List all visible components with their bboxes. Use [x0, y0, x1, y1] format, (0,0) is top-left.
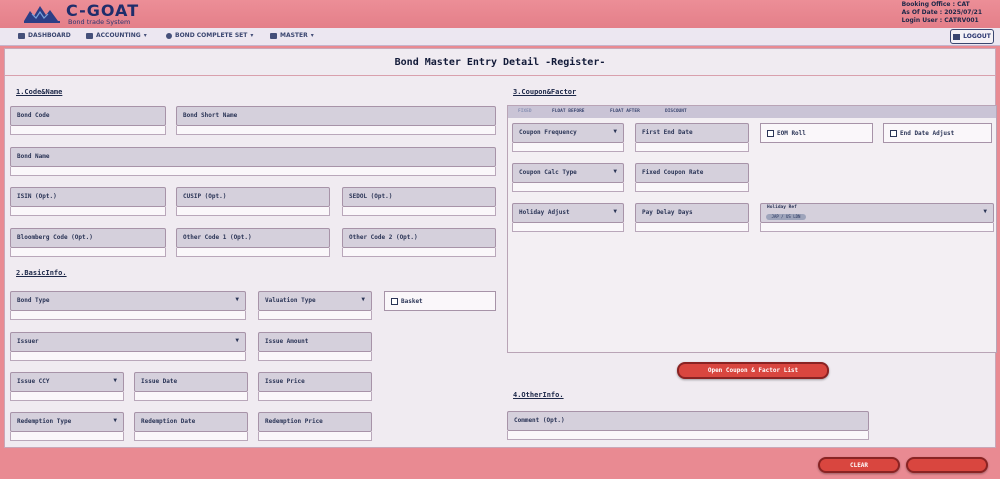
nav-dashboard[interactable]: DASHBOARD: [18, 32, 71, 39]
logout-label: LOGOUT: [963, 33, 991, 40]
dropdown-arrow-icon: ▼: [983, 208, 987, 215]
basket-label: Basket: [401, 298, 423, 305]
section-coupon-factor: 3.Coupon&Factor: [513, 88, 577, 96]
nav-bond-complete-set[interactable]: BOND COMPLETE SET ▾: [166, 32, 253, 39]
cusip-label: CUSIP (Opt.): [183, 193, 227, 200]
holiday-adjust-label: Holiday Adjust: [519, 209, 570, 216]
accounting-icon: [86, 32, 93, 39]
coupon-tabs: FIXED FLOAT BEFORE FLOAT AFTER DISCOUNT: [508, 106, 996, 118]
pay-delay-days-label: Pay Delay Days: [642, 209, 693, 216]
issue-date-label: Issue Date: [141, 378, 178, 385]
bond-code-label: Bond Code: [17, 112, 50, 119]
bloomberg-code-label: Bloomberg Code (Opt.): [17, 234, 93, 241]
section-code-name: 1.Code&Name: [16, 88, 63, 96]
main-panel: Bond Master Entry Detail -Register- 1.Co…: [4, 48, 997, 448]
section-basic-info: 2.BasicInfo.: [16, 269, 67, 277]
app-logo[interactable]: C-GOAT Bond trade System: [22, 1, 162, 26]
dropdown-arrow-icon: ▼: [613, 128, 617, 135]
nav-master[interactable]: MASTER ▾: [270, 32, 314, 39]
dashboard-icon: [18, 32, 25, 39]
checkbox-icon[interactable]: [890, 130, 897, 137]
tab-float-before[interactable]: FLOAT BEFORE: [552, 109, 585, 114]
issue-ccy-label: Issue CCY: [17, 378, 50, 385]
as-of-date: As Of Date : 2025/07/21: [901, 9, 982, 16]
logo-icon: [24, 6, 60, 23]
checkbox-icon[interactable]: [391, 298, 398, 305]
open-coupon-factor-list-button[interactable]: Open Coupon & Factor List: [677, 362, 829, 379]
issue-amount-label: Issue Amount: [265, 338, 309, 345]
submit-button[interactable]: [906, 457, 988, 473]
section-other-info: 4.OtherInfo.: [513, 391, 564, 399]
end-date-adjust-label: End Date Adjust: [900, 130, 955, 137]
dropdown-arrow-icon: ▼: [113, 377, 117, 384]
chevron-down-icon: ▾: [143, 32, 147, 39]
redemption-type-label: Redemption Type: [17, 418, 72, 425]
eom-roll-checkbox[interactable]: EOM Roll: [760, 123, 873, 143]
other-code-2-label: Other Code 2 (Opt.): [349, 234, 418, 241]
basket-checkbox[interactable]: Basket: [384, 291, 496, 311]
first-end-date-label: First End Date: [642, 129, 693, 136]
dropdown-arrow-icon: ▼: [613, 168, 617, 175]
bond-type-label: Bond Type: [17, 297, 50, 304]
dropdown-arrow-icon: ▼: [235, 337, 239, 344]
app-header: C-GOAT Bond trade System Booking Office …: [0, 0, 1000, 28]
issue-price-label: Issue Price: [265, 378, 305, 385]
nav-dashboard-label: DASHBOARD: [28, 32, 71, 39]
chevron-down-icon: ▾: [310, 32, 314, 39]
holiday-ref-label: Holiday Ref: [767, 205, 797, 210]
logout-button[interactable]: LOGOUT: [950, 29, 994, 44]
issuer-label: Issuer: [17, 338, 39, 345]
tab-float-after[interactable]: FLOAT AFTER: [610, 109, 640, 114]
end-date-adjust-checkbox[interactable]: End Date Adjust: [883, 123, 992, 143]
login-user: Login User : CATRV001: [901, 17, 979, 24]
coupon-calc-type-label: Coupon Calc Type: [519, 169, 577, 176]
nav-accounting-label: ACCOUNTING: [96, 32, 141, 39]
dropdown-arrow-icon: ▼: [613, 208, 617, 215]
redemption-date-label: Redemption Date: [141, 418, 196, 425]
footer-bar: CLEAR: [0, 449, 1000, 479]
checkbox-icon[interactable]: [767, 130, 774, 137]
coupon-factor-panel: FIXED FLOAT BEFORE FLOAT AFTER DISCOUNT …: [507, 105, 997, 353]
coupon-frequency-label: Coupon Frequency: [519, 129, 577, 136]
main-nav: DASHBOARD ACCOUNTING ▾ BOND COMPLETE SET…: [0, 28, 1000, 46]
isin-label: ISIN (Opt.): [17, 193, 57, 200]
holiday-chip[interactable]: JAP / US LDN: [766, 214, 806, 220]
tab-fixed[interactable]: FIXED: [518, 109, 532, 114]
master-icon: [270, 32, 277, 39]
bond-short-name-label: Bond Short Name: [183, 112, 238, 119]
nav-master-label: MASTER: [280, 32, 308, 39]
nav-bond-complete-set-label: BOND COMPLETE SET: [175, 32, 248, 39]
bond-name-label: Bond Name: [17, 153, 50, 160]
chevron-down-icon: ▾: [250, 32, 254, 39]
logout-icon: [953, 33, 961, 40]
nav-accounting[interactable]: ACCOUNTING ▾: [86, 32, 147, 39]
other-code-1-label: Other Code 1 (Opt.): [183, 234, 252, 241]
user-info: Booking Office : CAT As Of Date : 2025/0…: [902, 1, 982, 25]
eom-roll-label: EOM Roll: [777, 130, 806, 137]
valuation-type-label: Valuation Type: [265, 297, 316, 304]
dropdown-arrow-icon: ▼: [361, 296, 365, 303]
fixed-coupon-rate-label: Fixed Coupon Rate: [642, 169, 704, 176]
clear-button[interactable]: CLEAR: [818, 457, 900, 473]
dropdown-arrow-icon: ▼: [113, 417, 117, 424]
tab-discount[interactable]: DISCOUNT: [665, 109, 687, 114]
dropdown-arrow-icon: ▼: [235, 296, 239, 303]
booking-office: Booking Office : CAT: [901, 1, 970, 8]
bond-icon: [166, 32, 172, 39]
comment-label: Comment (Opt.): [514, 417, 565, 424]
brand-subtitle: Bond trade System: [68, 18, 131, 26]
redemption-price-label: Redemption Price: [265, 418, 323, 425]
page-title: Bond Master Entry Detail -Register-: [5, 49, 995, 76]
sedol-label: SEDOL (Opt.): [349, 193, 393, 200]
